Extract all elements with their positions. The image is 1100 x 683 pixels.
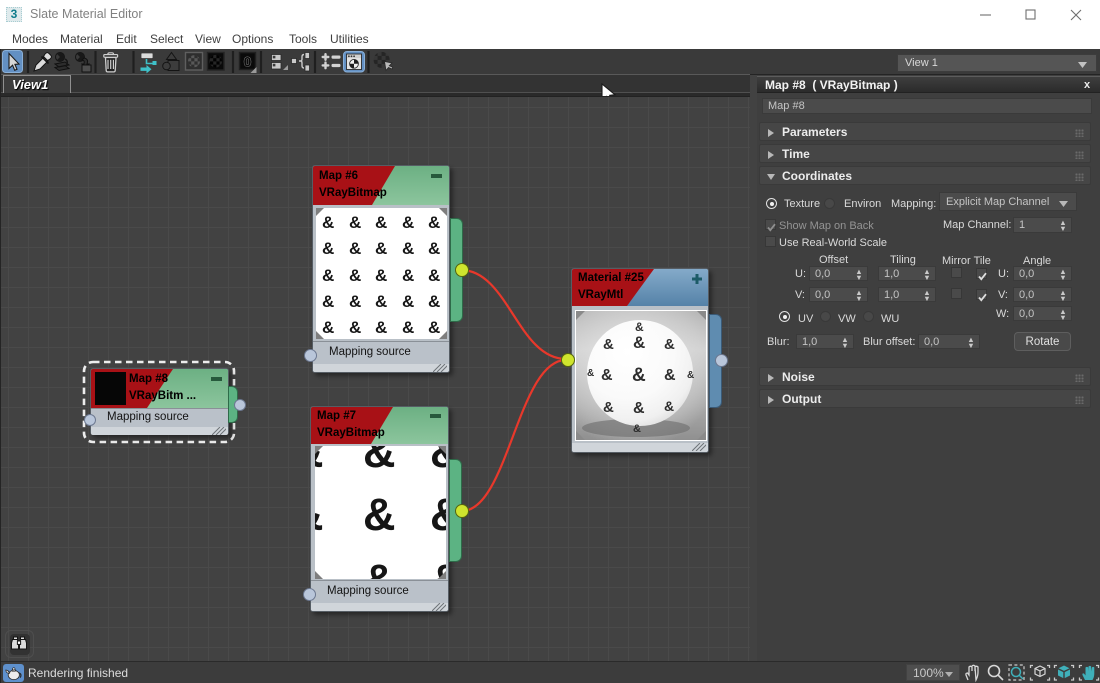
svg-text:&: & <box>601 367 613 384</box>
svg-text:&&&: &&& <box>315 446 446 477</box>
svg-text:&: & <box>632 365 646 386</box>
svg-text:&: & <box>603 336 614 353</box>
svg-text:&: & <box>635 320 644 334</box>
svg-text:&: & <box>603 399 614 416</box>
svg-text:0: 0 <box>244 54 252 70</box>
svg-text:&: & <box>633 333 645 352</box>
svg-text:&: & <box>664 398 674 414</box>
svg-text:&&&&&: &&&&& <box>322 266 440 285</box>
svg-text:&: & <box>664 367 676 384</box>
svg-text:&: & <box>633 423 641 435</box>
svg-text:&: & <box>587 368 594 379</box>
svg-text:&&&&&: &&&&& <box>322 292 440 311</box>
svg-text:&&&: &&& <box>315 555 446 579</box>
svg-text:&&&: &&& <box>315 489 446 540</box>
svg-text:&: & <box>664 336 675 353</box>
svg-text:&&&&&: &&&&& <box>322 318 440 337</box>
svg-text:&&&&&: &&&&& <box>322 239 440 258</box>
svg-text:&: & <box>687 370 694 381</box>
svg-text:&: & <box>633 400 645 417</box>
svg-text:&&&&&: &&&&& <box>322 213 440 232</box>
